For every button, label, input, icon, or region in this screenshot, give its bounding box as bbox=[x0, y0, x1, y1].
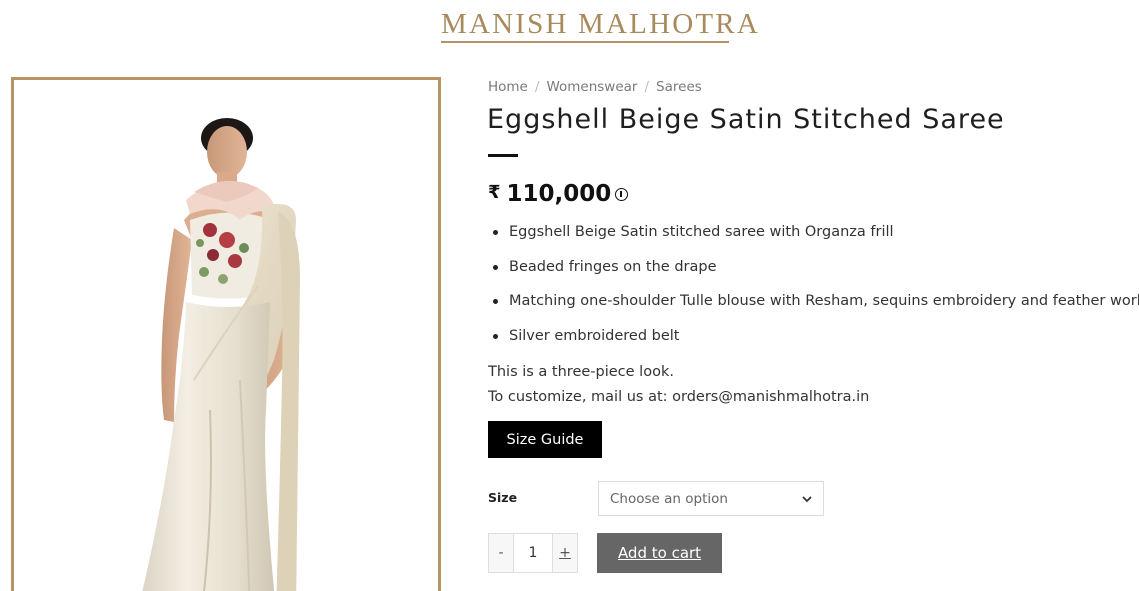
feature-text: Eggshell Beige Satin stitched saree with… bbox=[509, 224, 894, 240]
feature-list: Eggshell Beige Satin stitched saree with… bbox=[492, 222, 1139, 361]
breadcrumb: Home / Womenswear / Sarees bbox=[488, 79, 702, 95]
size-select[interactable]: Choose an option bbox=[598, 481, 824, 516]
size-guide-button[interactable]: Size Guide bbox=[488, 421, 602, 458]
qty-plus-button[interactable]: + bbox=[553, 534, 577, 572]
brand-logo[interactable]: MANISH MALHOTRA bbox=[441, 8, 760, 44]
bullet-icon bbox=[493, 264, 498, 270]
info-icon[interactable] bbox=[615, 188, 629, 201]
bullet-icon bbox=[493, 230, 498, 235]
add-to-cart-button[interactable]: Add to cart bbox=[597, 533, 722, 573]
product-image[interactable] bbox=[11, 77, 441, 591]
list-item: Eggshell Beige Satin stitched saree with… bbox=[492, 222, 1138, 257]
list-item: Beaded fringes on the drape bbox=[492, 257, 1138, 292]
qty-plus-label: + bbox=[559, 545, 571, 561]
list-item: Matching one-shoulder Tulle blouse with … bbox=[492, 291, 1139, 326]
description-line: This is a three-piece look. bbox=[488, 364, 674, 380]
logo-underline bbox=[441, 41, 729, 43]
chevron-down-icon bbox=[802, 496, 812, 503]
breadcrumb-home[interactable]: Home bbox=[488, 79, 528, 95]
product-description: This is a three-piece look. To customize… bbox=[488, 360, 869, 410]
bullet-icon bbox=[493, 333, 498, 339]
feature-text: Silver embroidered belt bbox=[509, 327, 680, 344]
product-price: ₹ 110,000 bbox=[488, 181, 629, 207]
logo-text: MANISH MALHOTRA bbox=[441, 8, 760, 40]
bullet-icon bbox=[493, 299, 498, 304]
description-line: To customize, mail us at: orders@manishm… bbox=[488, 389, 870, 405]
product-title: Eggshell Beige Satin Stitched Saree bbox=[487, 104, 1005, 135]
qty-minus-button[interactable]: - bbox=[489, 534, 513, 572]
breadcrumb-separator: / bbox=[534, 79, 540, 95]
list-item: Silver embroidered belt bbox=[492, 326, 1138, 361]
quantity-stepper: - 1 + bbox=[488, 533, 578, 573]
title-divider bbox=[488, 154, 518, 157]
currency-symbol: ₹ bbox=[488, 182, 501, 203]
size-select-value: Choose an option bbox=[610, 490, 728, 507]
size-label: Size bbox=[488, 490, 518, 505]
breadcrumb-womenswear[interactable]: Womenswear bbox=[546, 79, 637, 95]
feature-text: Matching one-shoulder Tulle blouse with … bbox=[509, 293, 1139, 309]
feature-text: Beaded fringes on the drape bbox=[509, 258, 717, 275]
price-amount: 110,000 bbox=[506, 181, 612, 207]
model-photo bbox=[142, 118, 300, 591]
breadcrumb-sarees[interactable]: Sarees bbox=[656, 79, 702, 95]
breadcrumb-separator: / bbox=[644, 79, 650, 95]
qty-input[interactable]: 1 bbox=[513, 534, 553, 572]
